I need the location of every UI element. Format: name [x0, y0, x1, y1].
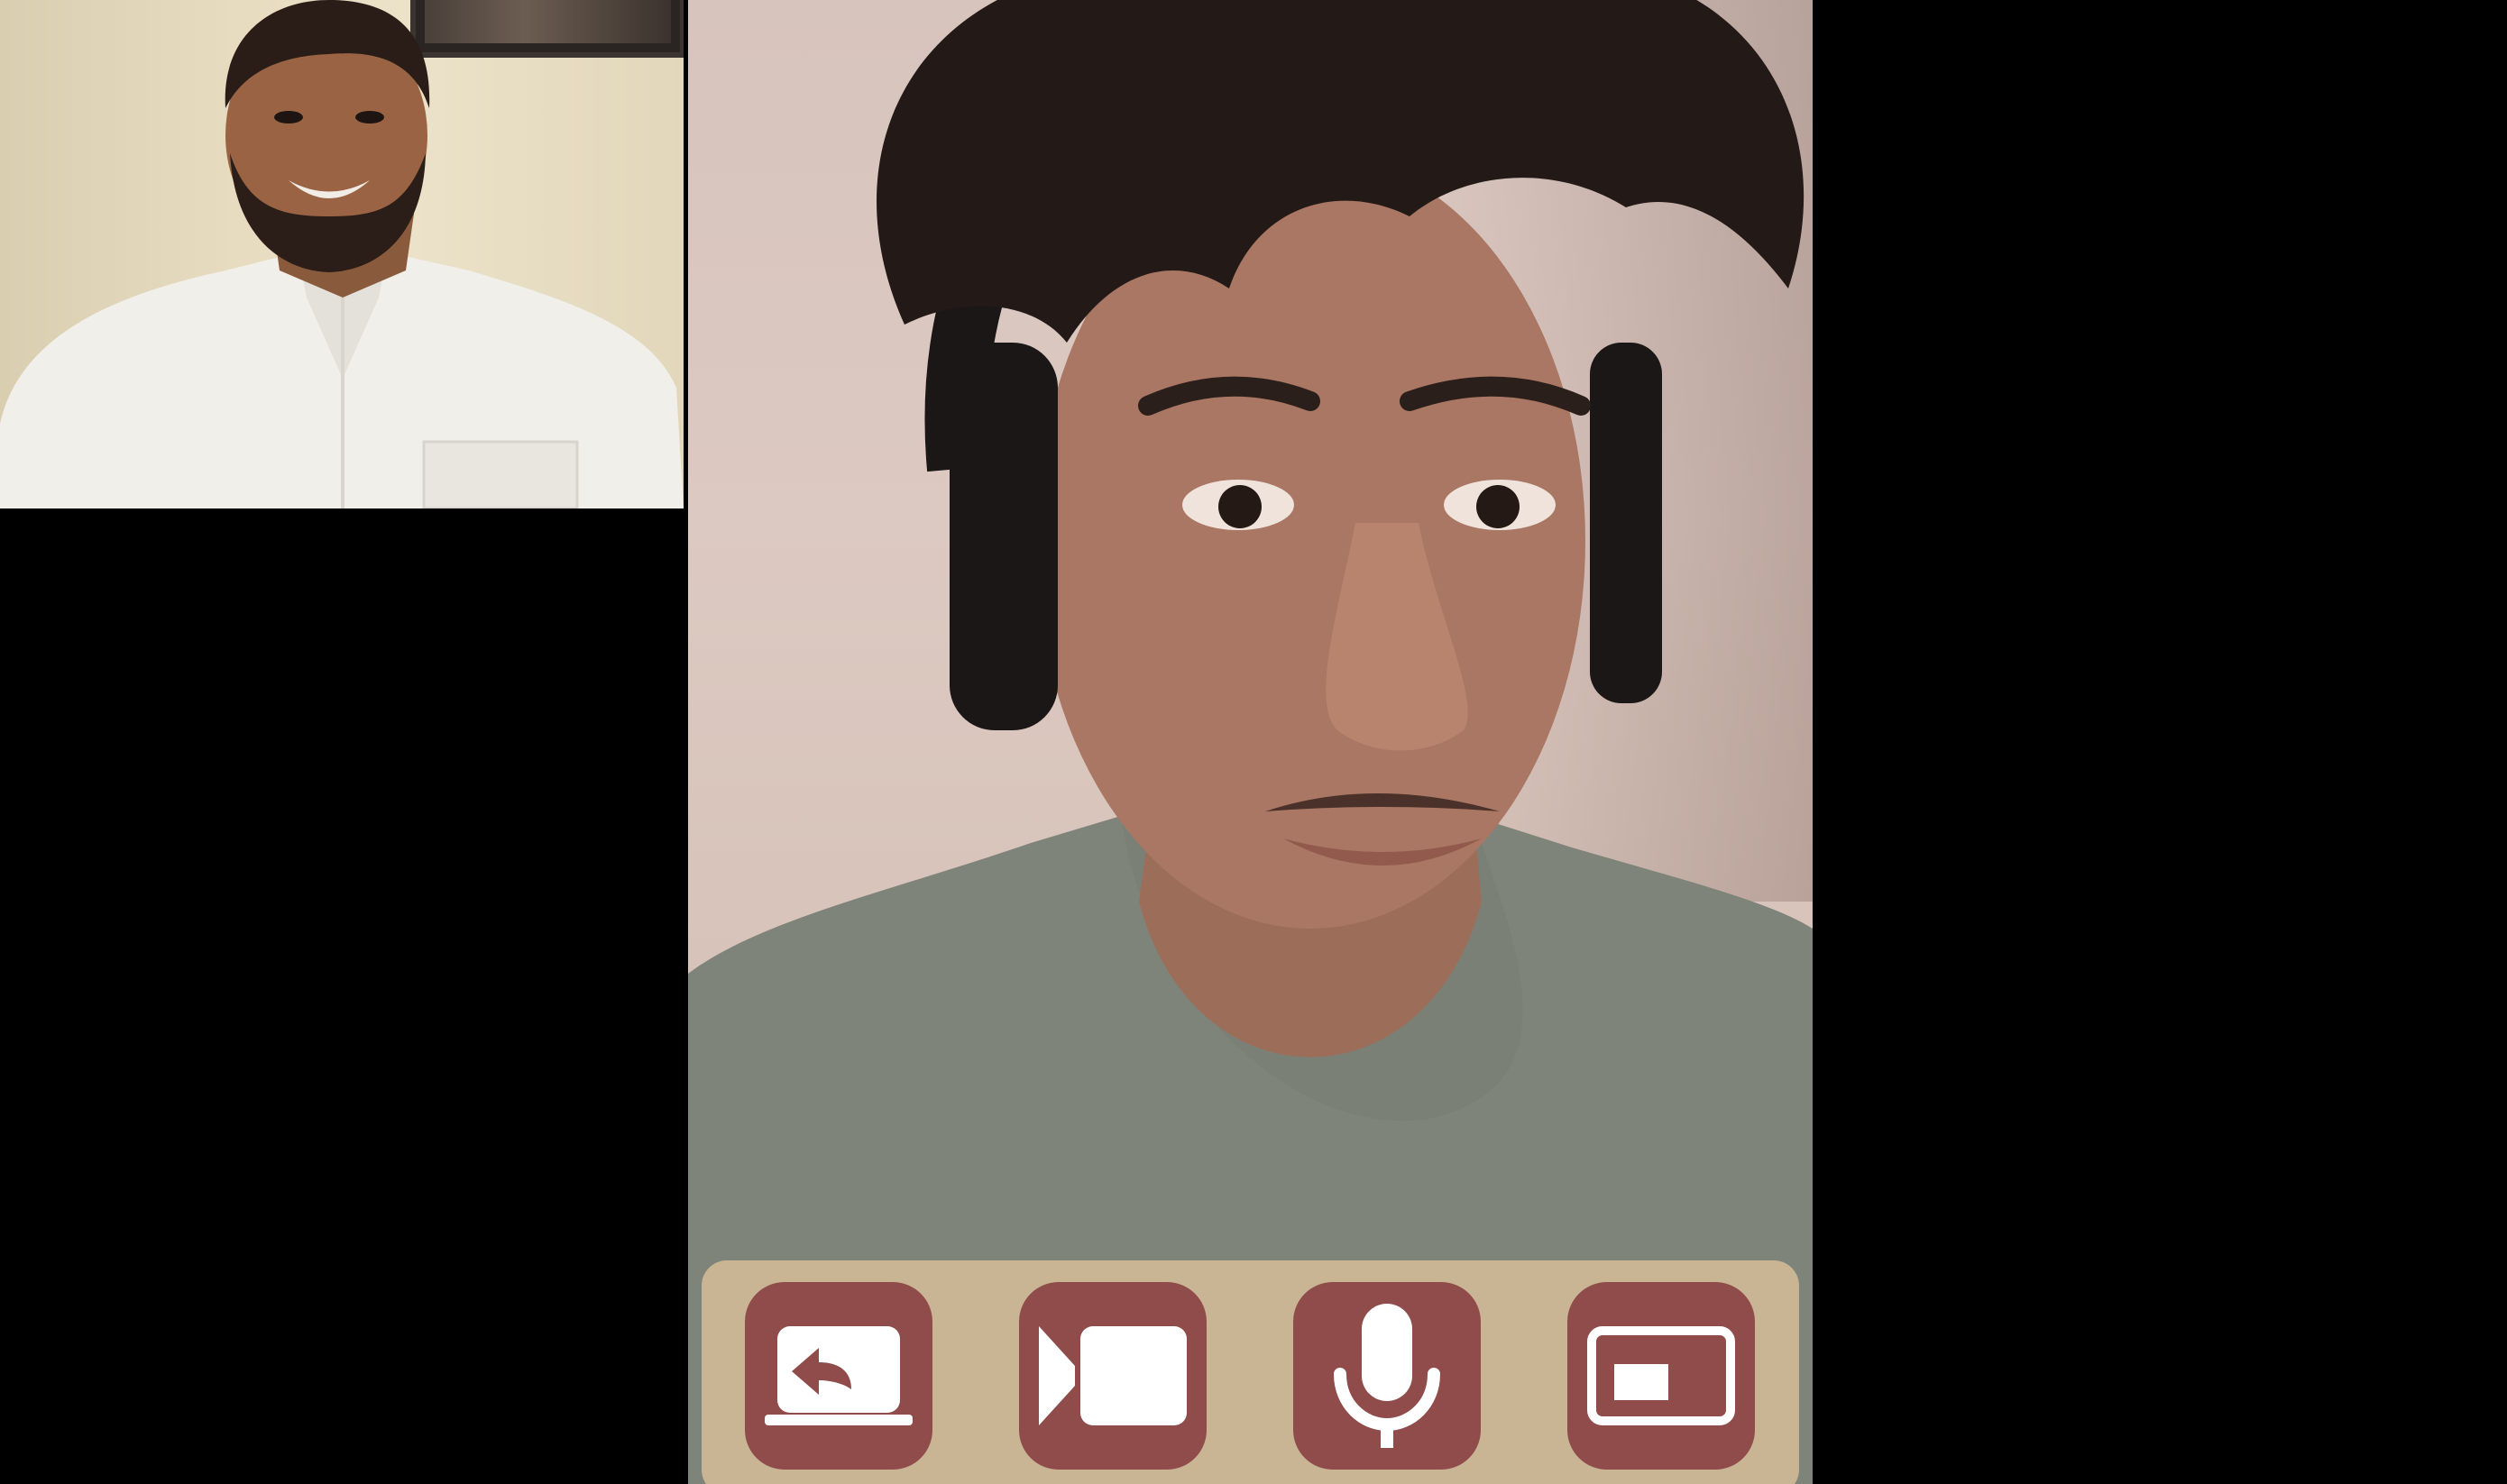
call-controls-bar: share-screen-icon video-camera-icon micr…	[702, 1260, 1799, 1484]
camera-toggle-button[interactable]: video-camera-icon	[1019, 1282, 1207, 1470]
microphone-icon	[1334, 1304, 1440, 1448]
remote-participant-figure	[0, 0, 684, 508]
share-screen-button[interactable]: share-screen-icon	[745, 1282, 932, 1470]
remote-participant-video[interactable]	[0, 0, 684, 508]
microphone-toggle-button[interactable]: microphone-icon	[1293, 1282, 1481, 1470]
video-call-window: share-screen-icon video-camera-icon micr…	[0, 0, 2507, 1484]
picture-in-picture-button[interactable]: picture-in-picture-icon	[1567, 1282, 1755, 1470]
video-camera-icon	[1039, 1326, 1187, 1425]
share-screen-icon	[765, 1326, 913, 1425]
picture-in-picture-icon	[1587, 1326, 1735, 1425]
